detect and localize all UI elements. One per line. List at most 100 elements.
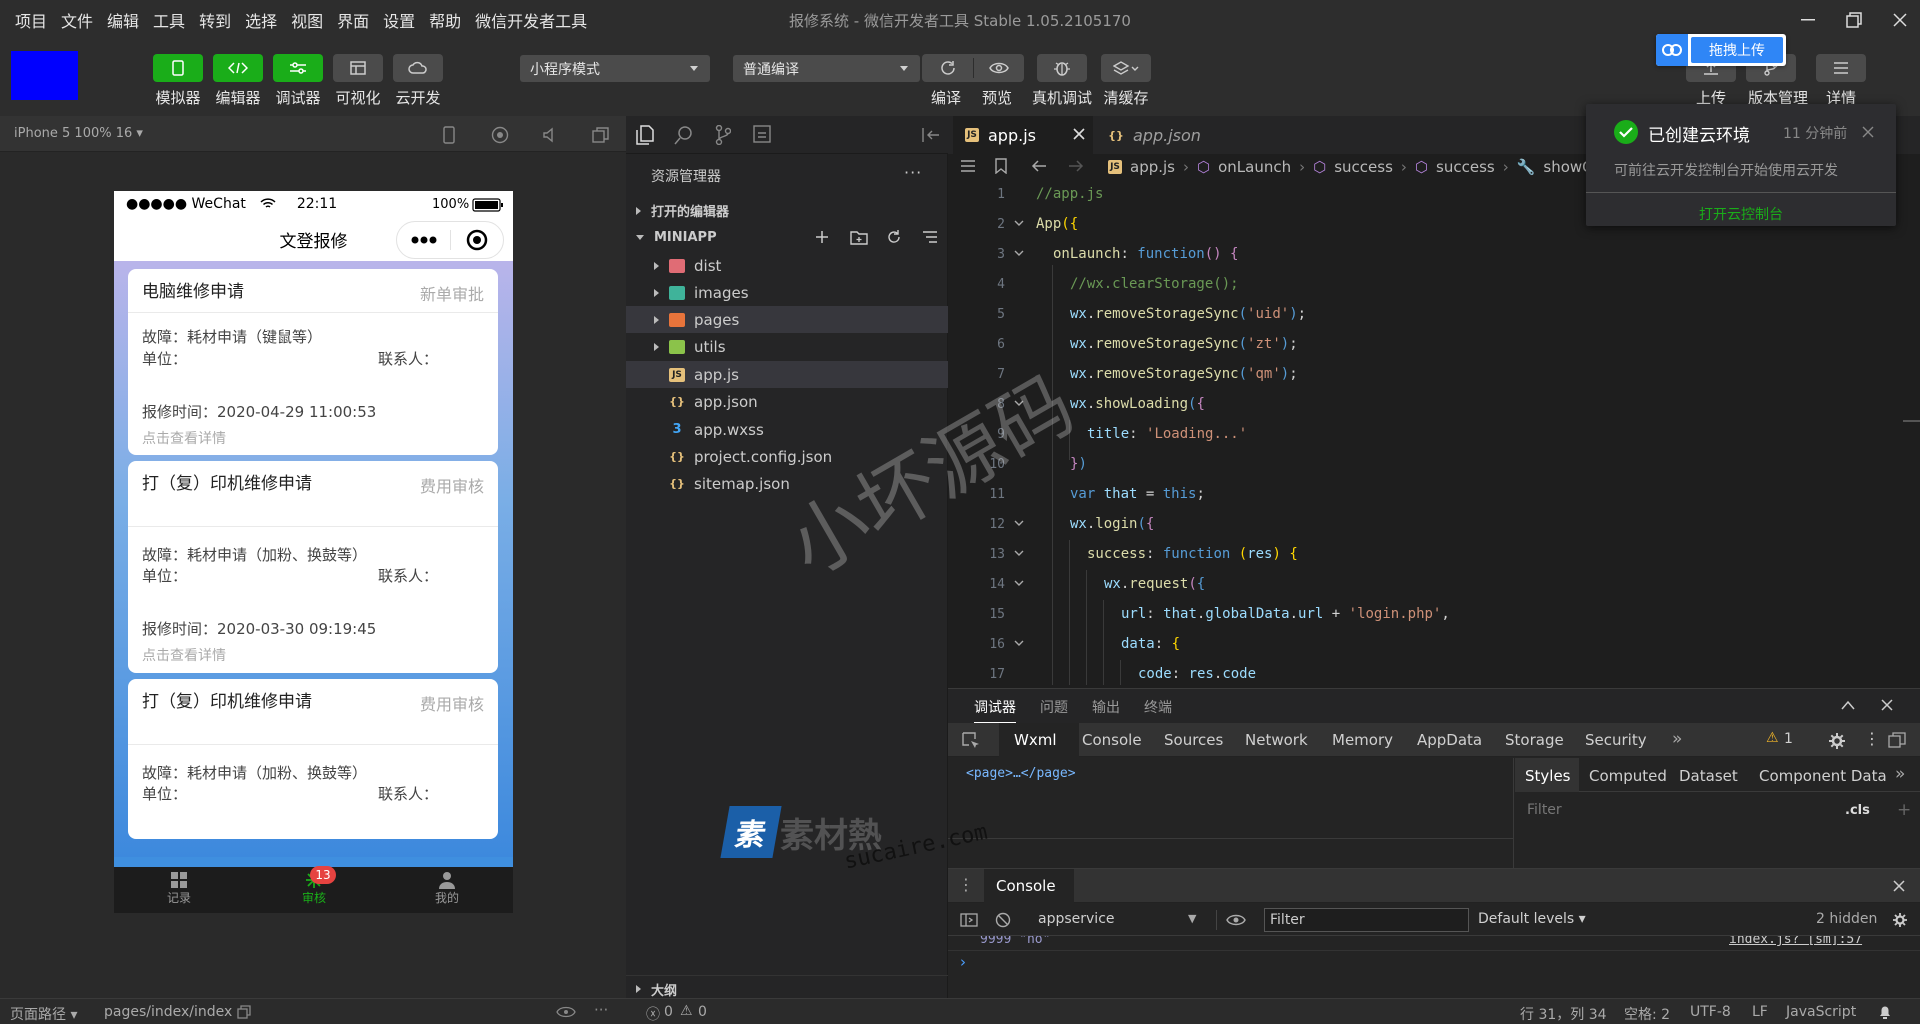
caret-down-icon[interactable]: ▼ xyxy=(1188,912,1196,925)
tree-item-app-js[interactable]: JS app.js xyxy=(626,361,948,388)
more-dots-icon[interactable]: ··· xyxy=(594,1001,608,1019)
log-source-link[interactable]: index.js? [sm]:57 xyxy=(1729,936,1862,947)
line-ending[interactable]: LF xyxy=(1752,1004,1768,1020)
tree-item-app-json[interactable]: {} app.json xyxy=(626,388,948,415)
panel-tab-debugger[interactable]: 调试器 xyxy=(974,697,1016,724)
cursor-position[interactable]: 行 31，列 34 xyxy=(1520,1004,1607,1024)
preview-button[interactable] xyxy=(974,61,1024,75)
page-path-label[interactable]: 页面路径 ▾ xyxy=(10,1004,77,1024)
mode-select[interactable]: 小程序模式 xyxy=(520,55,710,82)
sidebar-toggle-icon[interactable] xyxy=(960,913,978,927)
component-data-tab[interactable]: Component Data xyxy=(1759,767,1887,785)
warning-icon[interactable]: ⚠ xyxy=(680,1003,693,1019)
collapse-all-icon[interactable] xyxy=(922,229,938,245)
wxml-page-node[interactable]: <page>…</page> xyxy=(966,766,1076,781)
encoding[interactable]: UTF-8 xyxy=(1690,1004,1731,1020)
live-expression-eye-icon[interactable] xyxy=(1226,913,1246,927)
extension-icon[interactable] xyxy=(753,125,771,143)
crumb-item[interactable]: app.js xyxy=(1130,158,1175,176)
close-miniapp-icon[interactable] xyxy=(451,229,503,251)
menu-item[interactable]: 设置 xyxy=(376,8,422,32)
levels-select[interactable]: Default levels ▾ xyxy=(1478,911,1586,927)
upload-tooltip[interactable]: 拖拽上传 xyxy=(1656,34,1786,66)
back-arrow-icon[interactable] xyxy=(1031,159,1047,173)
open-cloud-console-button[interactable]: 打开云控制台 xyxy=(1586,204,1896,224)
tree-item-utils[interactable]: utils xyxy=(626,333,948,360)
clear-cache-button[interactable] xyxy=(1101,54,1151,82)
console-filter-input[interactable]: Filter xyxy=(1264,908,1469,932)
close-notification-icon[interactable] xyxy=(1862,126,1874,138)
drawer-menu-icon[interactable]: ⋮ xyxy=(958,875,974,894)
project-section[interactable]: MINIAPP xyxy=(626,224,948,251)
remote-debug-button[interactable] xyxy=(1037,54,1087,82)
menu-item[interactable]: 微信开发者工具 xyxy=(468,8,594,32)
tab-mine[interactable]: 我的 xyxy=(402,871,492,906)
tree-item-dist[interactable]: dist xyxy=(626,252,948,279)
more-dots-icon[interactable] xyxy=(397,236,450,244)
refresh-icon[interactable] xyxy=(886,229,902,245)
explorer-more-icon[interactable]: ··· xyxy=(904,163,922,182)
bookmark-icon[interactable] xyxy=(995,158,1007,174)
panel-tab-problems[interactable]: 问题 xyxy=(1040,697,1068,717)
menu-item[interactable]: 转到 xyxy=(192,8,238,32)
copy-icon[interactable] xyxy=(237,1005,251,1019)
editor-toggle[interactable] xyxy=(213,54,263,82)
devtab-security[interactable]: Security xyxy=(1585,731,1647,749)
repair-card[interactable]: 打（复）印机维修申请 费用审核 故障：耗材申请（加粉、换鼓等） 单位： 联系人：… xyxy=(128,461,498,673)
tree-item-app-wxss[interactable]: 3 app.wxss xyxy=(626,416,948,443)
settings-gear-icon[interactable] xyxy=(1828,732,1846,750)
device-select[interactable]: iPhone 5 100% 16 ▾ xyxy=(14,126,143,141)
list-icon[interactable] xyxy=(960,159,976,173)
crumb-item[interactable]: success xyxy=(1436,158,1495,176)
menu-item[interactable]: 界面 xyxy=(330,8,376,32)
menu-item[interactable]: 帮助 xyxy=(422,8,468,32)
rotate-phone-icon[interactable] xyxy=(442,126,456,144)
tree-item-sitemap[interactable]: {} sitemap.json xyxy=(626,470,948,497)
volume-icon[interactable] xyxy=(542,126,558,144)
maximize-button[interactable] xyxy=(1834,6,1874,34)
tab-records[interactable]: 记录 xyxy=(134,871,224,906)
panel-tab-output[interactable]: 输出 xyxy=(1092,697,1120,717)
search-icon[interactable] xyxy=(674,125,694,145)
files-icon[interactable] xyxy=(636,125,654,145)
cloud-dev-button[interactable] xyxy=(393,54,443,82)
crumb-item[interactable]: success xyxy=(1334,158,1393,176)
more-style-tabs-icon[interactable]: » xyxy=(1895,764,1905,784)
card-detail-link[interactable]: 点击查看详情 xyxy=(142,645,226,665)
collapse-sidebar-icon[interactable] xyxy=(922,127,940,143)
eye-icon[interactable] xyxy=(556,1006,576,1018)
indent-setting[interactable]: 空格: 2 xyxy=(1624,1004,1670,1024)
menu-item[interactable]: 视图 xyxy=(284,8,330,32)
debugger-toggle[interactable] xyxy=(273,54,323,82)
styles-filter-input[interactable]: Filter xyxy=(1521,802,1836,824)
console-title[interactable]: Console xyxy=(996,877,1056,895)
card-detail-link[interactable]: 点击查看详情 xyxy=(142,428,226,448)
add-rule-icon[interactable]: + xyxy=(1897,800,1911,820)
cls-toggle[interactable]: .cls xyxy=(1845,803,1870,818)
computed-tab[interactable]: Computed xyxy=(1589,767,1667,785)
avatar[interactable] xyxy=(11,51,78,100)
forward-arrow-icon[interactable] xyxy=(1068,159,1084,173)
more-tabs-icon[interactable]: » xyxy=(1672,729,1682,749)
close-panel-icon[interactable] xyxy=(1881,699,1893,711)
warning-icon[interactable]: ⚠ xyxy=(1766,730,1779,746)
menu-item[interactable]: 工具 xyxy=(146,8,192,32)
tree-item-project-config[interactable]: {} project.config.json xyxy=(626,443,948,470)
devtab-memory[interactable]: Memory xyxy=(1332,731,1393,749)
menu-item[interactable]: 选择 xyxy=(238,8,284,32)
compile-button[interactable] xyxy=(923,60,973,76)
close-window-button[interactable] xyxy=(1880,6,1920,34)
devtab-sources[interactable]: Sources xyxy=(1164,731,1223,749)
dataset-tab[interactable]: Dataset xyxy=(1679,767,1738,785)
error-icon[interactable]: ⓧ xyxy=(646,1004,660,1024)
close-tab-icon[interactable] xyxy=(1073,128,1085,140)
tree-item-images[interactable]: images xyxy=(626,279,948,306)
repair-card[interactable]: 电脑维修申请 新单审批 故障：耗材申请（键鼠等） 单位： 联系人： 报修时间：2… xyxy=(128,269,498,455)
visual-toggle[interactable] xyxy=(333,54,383,82)
new-file-icon[interactable] xyxy=(814,229,830,245)
close-drawer-icon[interactable] xyxy=(1893,880,1905,892)
console-settings-icon[interactable] xyxy=(1892,912,1908,928)
details-button[interactable] xyxy=(1816,54,1866,82)
dock-icon[interactable] xyxy=(1888,732,1906,748)
simulator-toggle[interactable] xyxy=(153,54,203,82)
